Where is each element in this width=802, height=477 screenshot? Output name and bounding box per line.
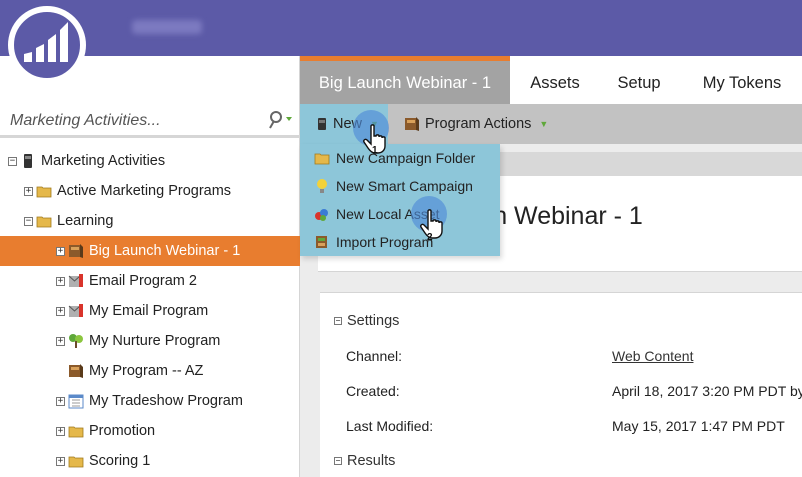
collapse-icon[interactable]: −: [24, 216, 33, 226]
tree-item-my-program-az[interactable]: My Program -- AZ: [0, 356, 300, 386]
tree-item-scoring-1[interactable]: + Scoring 1: [0, 446, 300, 476]
settings-section-toggle[interactable]: − Settings: [334, 313, 399, 329]
tree-item-label: Learning: [57, 213, 114, 229]
tree-item-my-email-program[interactable]: + My Email Program: [0, 296, 300, 326]
menu-item-new-campaign-folder[interactable]: New Campaign Folder: [300, 144, 500, 172]
folder-icon: [36, 213, 52, 229]
program-icon: [68, 243, 84, 259]
collapse-icon: −: [334, 456, 342, 465]
drawer-icon: [20, 153, 36, 169]
app-logo[interactable]: [8, 6, 86, 84]
expand-icon[interactable]: +: [56, 456, 65, 466]
import-icon: [314, 234, 330, 250]
chevron-down-icon: ▼: [539, 119, 549, 129]
menu-item-new-smart-campaign[interactable]: New Smart Campaign: [300, 172, 500, 200]
expand-icon[interactable]: +: [56, 276, 65, 286]
settings-header: Settings: [347, 313, 400, 329]
program-icon: [404, 116, 420, 132]
tab-assets[interactable]: Assets: [518, 56, 592, 104]
nurture-icon: [68, 333, 84, 349]
menu-item-label: New Campaign Folder: [336, 150, 476, 166]
expand-icon[interactable]: +: [56, 426, 65, 436]
tree-item-label: My Email Program: [89, 303, 209, 319]
expand-icon[interactable]: +: [56, 306, 65, 316]
tree-item-my-tradeshow-program[interactable]: + My Tradeshow Program: [0, 386, 300, 416]
top-bar: [0, 0, 802, 56]
menu-item-label: New Smart Campaign: [336, 178, 473, 194]
sidebar: − Marketing Activities + Active Marketing P…: [0, 56, 300, 477]
email-program-icon: [68, 303, 84, 319]
tree-item-email-program-2[interactable]: + Email Program 2: [0, 266, 300, 296]
expand-icon[interactable]: +: [56, 336, 65, 346]
drawer-icon: [316, 117, 328, 131]
expand-icon[interactable]: +: [56, 396, 65, 406]
channel-link[interactable]: Web Content: [612, 348, 693, 364]
program-icon: [68, 363, 84, 379]
tree-item-marketing-activities[interactable]: − Marketing Activities: [0, 146, 300, 176]
tab-setup[interactable]: Setup: [604, 56, 674, 104]
tree-item-label: Promotion: [89, 423, 156, 439]
tree-item-label: Marketing Activities: [41, 153, 166, 169]
new-dropdown-menu: New Campaign Folder New Smart Campaign N…: [300, 144, 500, 256]
menu-item-new-local-asset[interactable]: New Local Asset: [300, 200, 500, 228]
tree: − Marketing Activities + Active Marketing P…: [0, 146, 300, 476]
tab-my-tokens[interactable]: My Tokens: [692, 56, 792, 104]
tree-item-label: Email Program 2: [89, 273, 197, 289]
folder-icon: [68, 423, 84, 439]
filter-icon[interactable]: [266, 110, 294, 130]
created-label: Created:: [346, 383, 400, 399]
program-actions-label: Program Actions: [425, 116, 532, 132]
results-section-toggle[interactable]: − Results: [334, 453, 395, 469]
tree-item-label: My Nurture Program: [89, 333, 221, 349]
bar-chart-logo-icon: [24, 22, 68, 62]
tree-item-learning[interactable]: − Learning: [0, 206, 300, 236]
email-program-icon: [68, 273, 84, 289]
tree-item-my-nurture-program[interactable]: + My Nurture Program: [0, 326, 300, 356]
created-value: April 18, 2017 3:20 PM PDT by C: [612, 383, 802, 399]
expand-icon[interactable]: +: [56, 246, 65, 256]
tree-item-label: My Tradeshow Program: [89, 393, 243, 409]
tab-program[interactable]: Big Launch Webinar - 1: [300, 56, 510, 104]
tree-item-label: Active Marketing Programs: [57, 183, 232, 199]
results-header: Results: [347, 453, 396, 469]
last-modified-value: May 15, 2017 1:47 PM PDT: [612, 418, 785, 434]
search-row: [0, 104, 300, 138]
folder-icon: [68, 453, 84, 469]
program-actions-button[interactable]: Program Actions ▼: [404, 104, 548, 144]
expand-icon[interactable]: +: [24, 186, 33, 196]
channel-label: Channel:: [346, 348, 403, 364]
search-input[interactable]: [10, 110, 250, 132]
menu-item-import-program[interactable]: Import Program: [300, 228, 500, 256]
collapse-icon[interactable]: −: [8, 156, 17, 166]
tree-item-promotion[interactable]: + Promotion: [0, 416, 300, 446]
tree-item-big-launch-webinar-1[interactable]: + Big Launch Webinar - 1: [0, 236, 300, 266]
tree-item-active-marketing-programs[interactable]: + Active Marketing Programs: [0, 176, 300, 206]
blurred-account-name: [132, 20, 202, 34]
step-number-1: 1: [372, 145, 378, 156]
collapse-icon: −: [334, 316, 342, 325]
lightbulb-icon: [314, 178, 330, 194]
local-asset-icon: [314, 206, 330, 222]
calendar-icon: [68, 393, 84, 409]
step-number-2: 2: [427, 232, 433, 243]
tab-bar: Big Launch Webinar - 1 Assets Setup My T…: [300, 56, 802, 104]
folder-icon: [36, 183, 52, 199]
tree-item-label: Scoring 1: [89, 453, 151, 469]
menu-item-label: Import Program: [336, 234, 434, 250]
tree-item-label: My Program -- AZ: [89, 363, 204, 379]
settings-panel: − Settings Channel: Web Content Created:…: [320, 292, 802, 477]
folder-icon: [314, 150, 330, 166]
tree-item-label: Big Launch Webinar - 1: [89, 243, 241, 259]
last-modified-label: Last Modified:: [346, 418, 434, 434]
